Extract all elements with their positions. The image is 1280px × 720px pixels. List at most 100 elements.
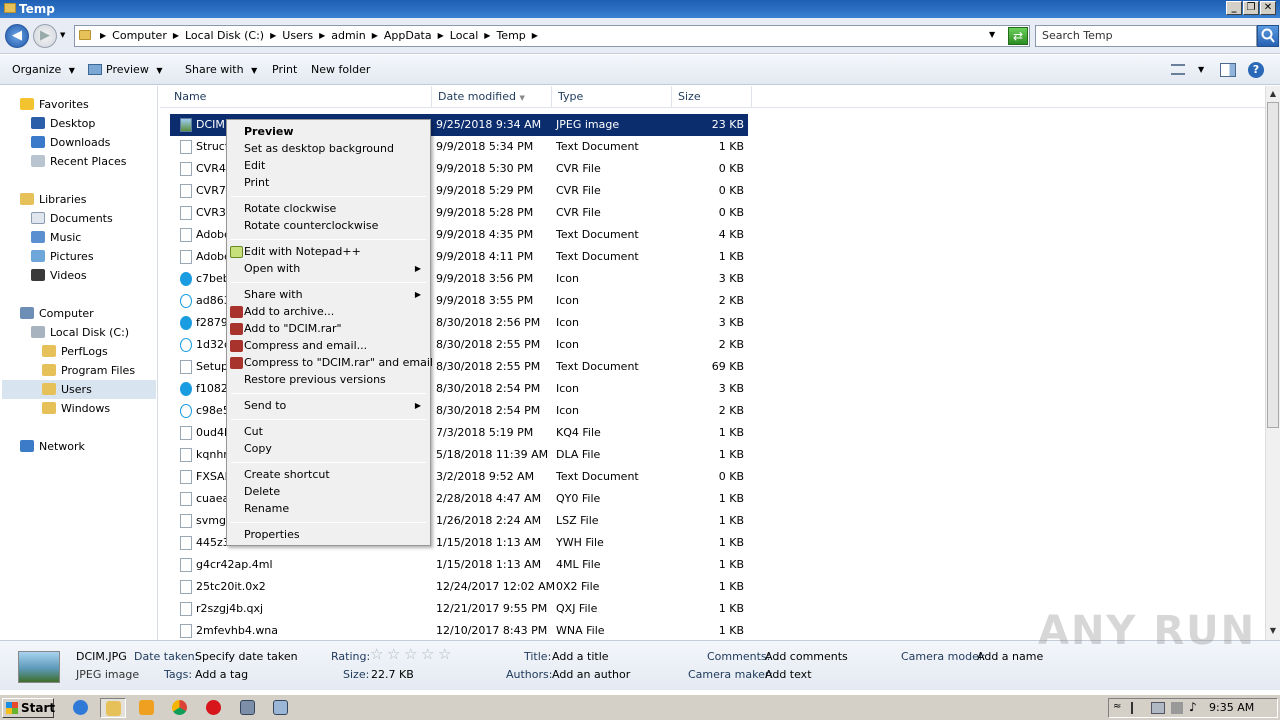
breadcrumb-arrow-icon[interactable]: ▶ [170,29,182,43]
taskbar-chrome[interactable] [167,698,193,718]
menu-properties[interactable]: Properties [244,526,300,543]
recent-pages-dropdown[interactable]: ▼ [60,31,65,39]
taskbar-explorer[interactable] [100,698,126,718]
tray-expand-icon[interactable]: ≈ [1113,701,1121,712]
breadcrumb-item[interactable]: admin [328,29,368,43]
menu-edit[interactable]: Edit [244,157,265,174]
nav-music[interactable]: Music [31,228,81,247]
star-icon[interactable]: ☆ [421,645,434,663]
scroll-down-arrow[interactable]: ▼ [1267,624,1279,638]
nav-libraries[interactable]: Libraries [20,190,87,209]
comments-field[interactable]: Add comments [765,650,848,663]
file-row[interactable]: g4cr42ap.4ml 1/15/2018 1:13 AM 4ML File 1 K… [170,554,750,576]
nav-program-files[interactable]: Program Files [42,361,135,380]
file-row[interactable]: 2mfevhb4.wna 12/10/2017 8:43 PM WNA File 1 … [170,620,750,642]
back-button[interactable]: ◀ [5,24,29,48]
network-tray-icon[interactable] [1151,702,1165,714]
menu-create-shortcut[interactable]: Create shortcut [244,466,330,483]
forward-button[interactable]: ▶ [33,24,57,48]
nav-pictures[interactable]: Pictures [31,247,94,266]
breadcrumb-arrow-icon[interactable]: ▶ [369,29,381,43]
display-tray-icon[interactable] [1171,702,1183,714]
taskbar-window-1[interactable] [235,698,261,718]
menu-print[interactable]: Print [244,174,269,191]
breadcrumb-arrow-icon[interactable]: ▶ [529,29,541,43]
clock[interactable]: 9:35 AM [1209,701,1254,714]
star-icon[interactable]: ☆ [387,645,400,663]
column-date-modified[interactable]: Date modified ▼ [432,86,552,108]
breadcrumb-item[interactable]: Users [279,29,316,43]
menu-rotate-clockwise[interactable]: Rotate clockwise [244,200,336,217]
nav-recent-places[interactable]: Recent Places [31,152,127,171]
start-button[interactable]: Start [2,698,55,718]
preview-button[interactable]: Preview ▼ [88,63,162,76]
restore-button[interactable]: ❐ [1243,1,1259,15]
search-input[interactable]: Search Temp [1035,25,1257,47]
scroll-thumb[interactable] [1267,102,1279,428]
nav-windows[interactable]: Windows [42,399,110,418]
menu-rename[interactable]: Rename [244,500,289,517]
menu-compress-rar-email[interactable]: Compress to "DCIM.rar" and email [244,354,433,371]
breadcrumb-arrow-icon[interactable]: ▶ [481,29,493,43]
nav-perflogs[interactable]: PerfLogs [42,342,108,361]
preview-pane-icon[interactable] [1220,63,1236,77]
menu-edit-notepadpp[interactable]: Edit with Notepad++ [244,243,361,260]
title-field[interactable]: Add a title [552,650,609,663]
menu-rotate-counterclockwise[interactable]: Rotate counterclockwise [244,217,378,234]
nav-network[interactable]: Network [20,437,85,456]
breadcrumb-item[interactable]: Local [447,29,482,43]
menu-add-to-archive[interactable]: Add to archive... [244,303,334,320]
menu-set-desktop-background[interactable]: Set as desktop background [244,140,394,157]
file-row[interactable]: 25tc20it.0x2 12/24/2017 12:02 AM 0X2 File 1… [170,576,750,598]
column-size[interactable]: Size [672,86,752,108]
breadcrumb-arrow-icon[interactable]: ▶ [267,29,279,43]
nav-local-disk[interactable]: Local Disk (C:) [31,323,129,342]
menu-copy[interactable]: Copy [244,440,272,457]
nav-users[interactable]: Users [2,380,156,399]
organize-button[interactable]: Organize ▼ [12,63,75,76]
menu-share-with[interactable]: Share with ▶ [244,286,427,303]
breadcrumb-arrow-icon[interactable]: ▶ [435,29,447,43]
taskbar-red-app[interactable] [201,698,227,718]
menu-delete[interactable]: Delete [244,483,280,500]
refresh-icon[interactable]: ⇄ [1008,27,1028,45]
menu-add-to-rar[interactable]: Add to "DCIM.rar" [244,320,342,337]
action-center-flag-icon[interactable] [1131,702,1143,714]
breadcrumb-item[interactable]: Local Disk (C:) [182,29,267,43]
close-button[interactable]: ✕ [1260,1,1276,15]
nav-favorites[interactable]: Favorites [20,95,89,114]
minimize-button[interactable]: _ [1226,1,1242,15]
volume-icon[interactable]: ♪ [1189,700,1197,714]
menu-compress-email[interactable]: Compress and email... [244,337,367,354]
breadcrumb-item[interactable]: Computer [109,29,170,43]
taskbar-window-2[interactable] [268,698,294,718]
nav-desktop[interactable]: Desktop [31,114,95,133]
view-dropdown-icon[interactable]: ▼ [1198,65,1204,74]
menu-open-with[interactable]: Open with ▶ [244,260,427,277]
scroll-up-arrow[interactable]: ▲ [1267,87,1279,101]
camera-model-field[interactable]: Add a name [977,650,1043,663]
print-button[interactable]: Print [272,63,297,76]
menu-cut[interactable]: Cut [244,423,263,440]
help-icon[interactable]: ? [1248,62,1264,78]
breadcrumb-arrow-icon[interactable]: ▶ [316,29,328,43]
date-taken-field[interactable]: Specify date taken [195,650,298,663]
star-icon[interactable]: ☆ [438,645,451,663]
breadcrumb-item[interactable]: AppData [381,29,435,43]
star-icon[interactable]: ☆ [404,645,417,663]
new-folder-button[interactable]: New folder [311,63,370,76]
nav-videos[interactable]: Videos [31,266,87,285]
star-icon[interactable]: ☆ [370,645,383,663]
view-options-icon[interactable] [1171,64,1185,75]
search-icon[interactable] [1257,25,1279,47]
nav-computer[interactable]: Computer [20,304,94,323]
column-type[interactable]: Type [552,86,672,108]
share-with-button[interactable]: Share with ▼ [185,63,257,76]
camera-maker-field[interactable]: Add text [765,668,812,681]
tags-field[interactable]: Add a tag [195,668,248,681]
vertical-scrollbar[interactable]: ▲ ▼ [1265,86,1280,640]
menu-send-to[interactable]: Send to ▶ [244,397,427,414]
taskbar-media-player[interactable] [134,698,160,718]
address-field[interactable]: ▶ Computer ▶ Local Disk (C:) ▶ Users ▶ admin ▶ Ap… [74,25,1030,47]
menu-restore-previous-versions[interactable]: Restore previous versions [244,371,386,388]
